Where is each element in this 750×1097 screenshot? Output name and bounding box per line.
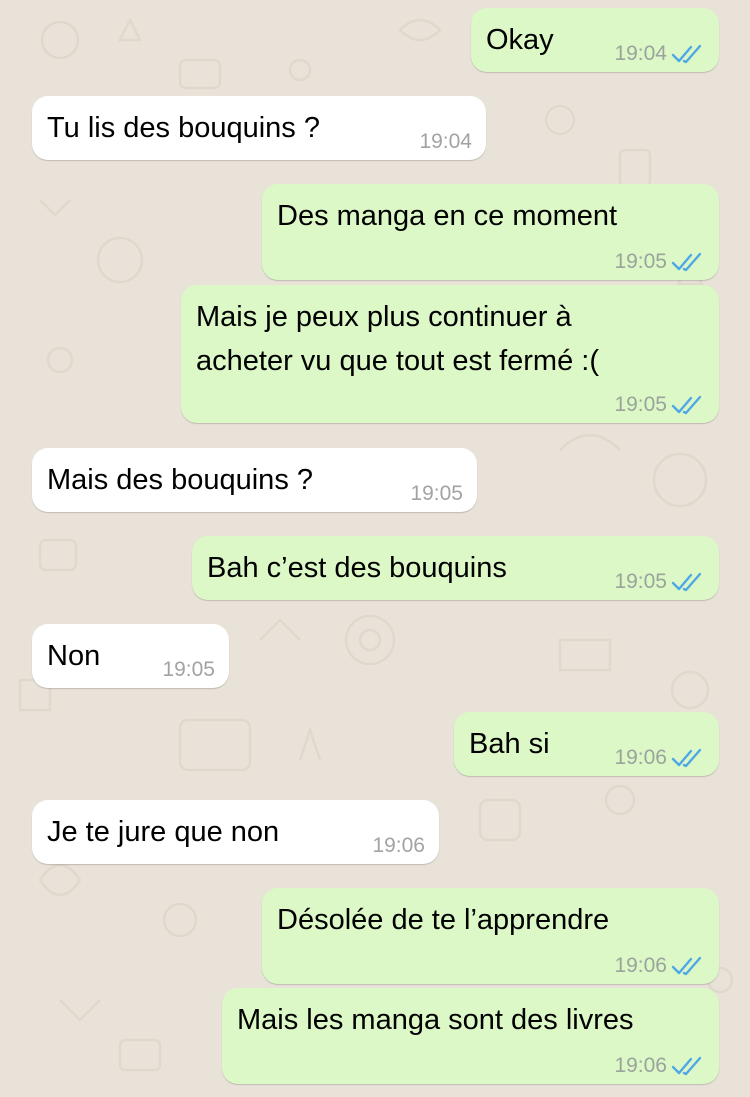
message-meta: 19:06 <box>372 834 425 858</box>
message-time: 19:05 <box>614 250 667 273</box>
message-meta: 19:04 <box>614 42 705 66</box>
outgoing-message[interactable]: Mais les manga sont des livres 19:06 <box>222 988 719 1084</box>
message-text: Okay <box>486 24 554 56</box>
outgoing-message[interactable]: Désolée de te l’apprendre 19:06 <box>262 888 719 984</box>
message-meta: 19:06 <box>614 954 705 978</box>
message-time: 19:05 <box>614 570 667 593</box>
outgoing-message[interactable]: Des manga en ce moment 19:05 <box>262 184 719 280</box>
message-text: Tu lis des bouquins ? <box>47 112 320 144</box>
message-text: Non <box>47 640 101 672</box>
message-meta: 19:06 <box>614 1054 705 1078</box>
incoming-message[interactable]: Mais des bouquins ? 19:05 <box>32 448 477 512</box>
message-time: 19:05 <box>162 658 215 681</box>
message-text: Bah c’est des bouquins <box>207 552 507 584</box>
message-time: 19:05 <box>614 393 667 416</box>
outgoing-message[interactable]: Okay 19:04 <box>471 8 719 72</box>
message-text: Mais des bouquins ? <box>47 464 313 496</box>
message-meta: 19:05 <box>410 482 463 506</box>
double-check-icon <box>671 572 702 592</box>
double-check-icon <box>671 252 702 272</box>
double-check-icon <box>671 956 702 976</box>
outgoing-message[interactable]: Bah si 19:06 <box>454 712 719 776</box>
double-check-icon <box>671 395 702 415</box>
message-meta: 19:05 <box>162 658 215 682</box>
message-time: 19:06 <box>614 1054 667 1077</box>
message-time: 19:05 <box>410 482 463 505</box>
double-check-icon <box>671 44 702 64</box>
message-time: 19:04 <box>614 42 667 65</box>
message-text: Mais les manga sont des livres <box>237 1004 634 1036</box>
message-text: Désolée de te l’apprendre <box>277 904 610 936</box>
message-time: 19:06 <box>614 954 667 977</box>
outgoing-message[interactable]: Bah c’est des bouquins 19:05 <box>192 536 719 600</box>
message-meta: 19:05 <box>614 570 705 594</box>
message-time: 19:04 <box>419 130 472 153</box>
double-check-icon <box>671 748 702 768</box>
outgoing-message[interactable]: Mais je peux plus continuer à acheter vu… <box>181 285 719 423</box>
message-text: Je te jure que non <box>47 816 280 848</box>
message-meta: 19:05 <box>614 393 705 417</box>
message-time: 19:06 <box>614 746 667 769</box>
incoming-message[interactable]: Tu lis des bouquins ? 19:04 <box>32 96 486 160</box>
message-text: Des manga en ce moment <box>277 200 618 232</box>
incoming-message[interactable]: Non 19:05 <box>32 624 229 688</box>
message-text: Bah si <box>469 728 550 760</box>
message-meta: 19:06 <box>614 746 705 770</box>
message-meta: 19:05 <box>614 250 705 274</box>
message-time: 19:06 <box>372 834 425 857</box>
incoming-message[interactable]: Je te jure que non 19:06 <box>32 800 439 864</box>
message-meta: 19:04 <box>419 130 472 154</box>
double-check-icon <box>671 1056 702 1076</box>
message-text: Mais je peux plus continuer à acheter vu… <box>196 301 599 377</box>
